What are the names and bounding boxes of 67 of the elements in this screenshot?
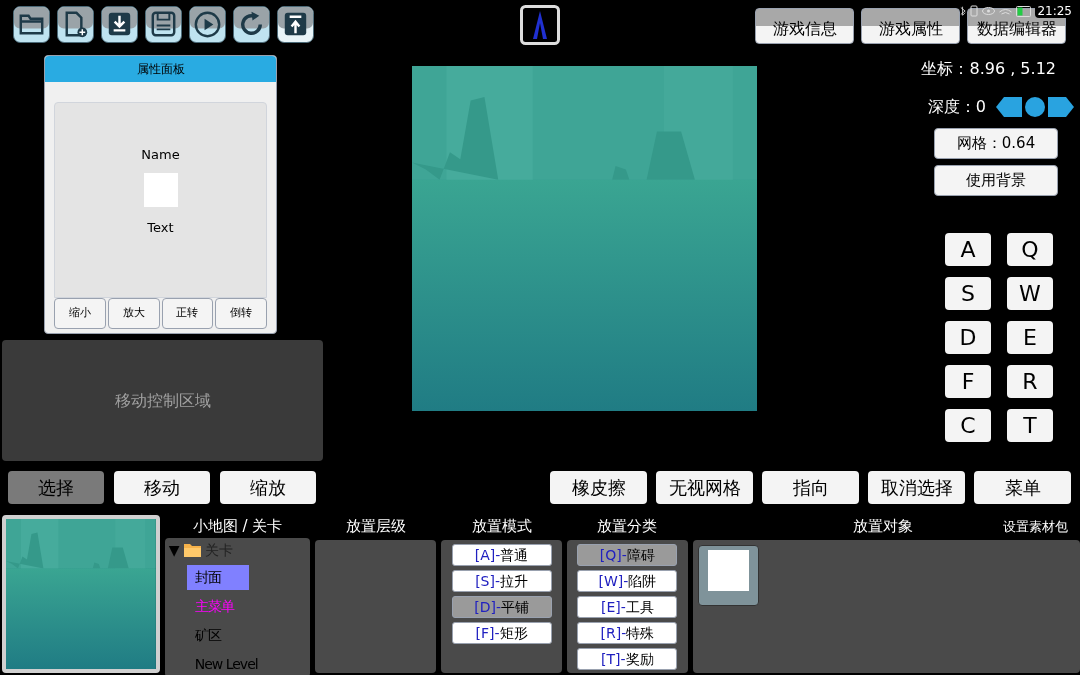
section-header: 放置分类 <box>596 516 659 537</box>
key-button[interactable]: A <box>945 233 991 266</box>
option-button[interactable]: [S]-拉升 <box>451 570 552 592</box>
action-button[interactable]: 菜单 <box>974 471 1071 504</box>
tool-button[interactable]: 选择 <box>8 471 104 504</box>
download-icon[interactable] <box>101 6 138 43</box>
action-button[interactable]: 指向 <box>762 471 859 504</box>
save-icon[interactable] <box>145 6 182 43</box>
upload-icon[interactable] <box>277 6 314 43</box>
folder-icon[interactable] <box>13 6 50 43</box>
eye-icon <box>982 7 996 15</box>
move-control-area[interactable]: 移动控制区域 <box>2 340 323 461</box>
refresh-icon[interactable] <box>233 6 270 43</box>
key-button[interactable]: S <box>945 277 991 310</box>
key-button[interactable]: E <box>1007 321 1053 354</box>
battery-icon <box>1016 5 1032 17</box>
object-thumbnail <box>707 550 749 591</box>
option-button[interactable]: [A]-普通 <box>451 544 552 566</box>
grid-size-button[interactable]: 网格：0.64 <box>934 128 1058 159</box>
panel-button[interactable]: 正转 <box>161 298 214 329</box>
section-header: 放置层级 <box>344 516 407 537</box>
panel-button[interactable]: 缩小 <box>54 298 106 329</box>
option-button[interactable]: [Q]-障碍 <box>577 544 678 566</box>
image-placeholder <box>143 172 178 207</box>
coordinates-readout: 坐标：8.96 , 5.12 <box>921 58 1056 80</box>
top-menu-button[interactable]: 游戏属性 <box>861 8 960 44</box>
tool-button[interactable]: 缩放 <box>220 471 316 504</box>
section-header: 小地图 / 关卡 <box>191 516 284 537</box>
level-item[interactable]: 封面 <box>186 564 249 590</box>
key-button[interactable]: D <box>945 321 991 354</box>
action-button[interactable]: 取消选择 <box>868 471 965 504</box>
text-label: Text <box>147 218 174 237</box>
depth-down-icon[interactable] <box>996 97 1022 117</box>
depth-readout: 深度：0 <box>927 96 986 118</box>
panel-button[interactable]: 倒转 <box>215 298 267 329</box>
depth-reset-icon[interactable] <box>1025 97 1045 117</box>
top-menu-button[interactable]: 游戏信息 <box>755 8 854 44</box>
object-tile[interactable] <box>697 545 759 606</box>
key-button[interactable]: R <box>1007 365 1053 398</box>
section-header: 放置对象 <box>852 516 913 537</box>
folder-icon <box>183 543 201 557</box>
option-button[interactable]: [E]-工具 <box>577 596 678 618</box>
key-button[interactable]: C <box>945 409 991 442</box>
option-button[interactable]: [W]-陷阱 <box>577 570 678 592</box>
option-button[interactable]: [F]-矩形 <box>451 622 552 644</box>
key-button[interactable]: W <box>1007 277 1053 310</box>
play-icon[interactable] <box>189 6 226 43</box>
panel-button[interactable]: 放大 <box>107 298 160 329</box>
key-button[interactable]: F <box>945 365 991 398</box>
status-time: 21:25 <box>1035 4 1074 18</box>
new-file-icon[interactable] <box>57 6 94 43</box>
key-button[interactable]: Q <box>1007 233 1053 266</box>
tool-button[interactable]: 移动 <box>114 471 210 504</box>
option-button[interactable]: [T]-奖励 <box>577 648 678 670</box>
section-header: 放置模式 <box>470 516 533 537</box>
action-button[interactable]: 无视网格 <box>656 471 753 504</box>
app-logo-icon <box>520 5 560 45</box>
asset-pack-link[interactable]: 设置素材包 <box>1003 517 1068 537</box>
key-button[interactable]: T <box>1007 409 1053 442</box>
name-label: Name <box>141 146 180 164</box>
action-button[interactable]: 橡皮擦 <box>550 471 647 504</box>
panel-title: 属性面板 <box>45 56 276 82</box>
depth-up-icon[interactable] <box>1048 97 1074 117</box>
option-button[interactable]: [R]-特殊 <box>577 622 678 644</box>
wifi-icon <box>999 7 1013 15</box>
option-button[interactable]: [D]-平铺 <box>451 596 552 618</box>
use-background-button[interactable]: 使用背景 <box>934 165 1058 196</box>
